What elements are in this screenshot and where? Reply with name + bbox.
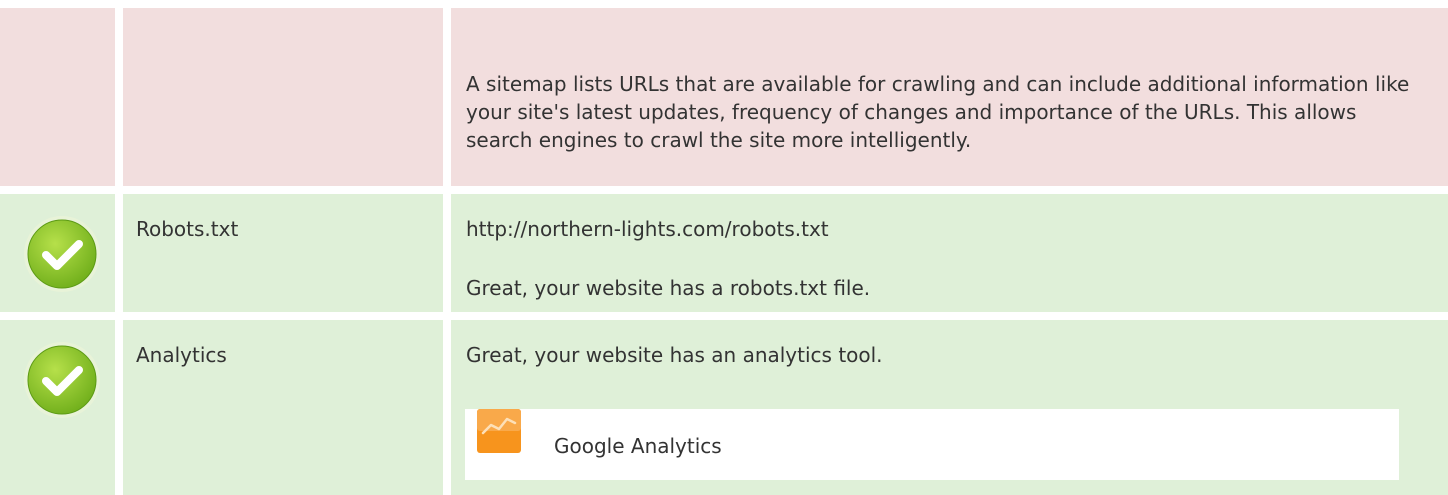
analytics-row: Analytics Great, your website has an ana…	[0, 320, 1448, 495]
robots-detail-cell: http://northern-lights.com/robots.txt Gr…	[451, 194, 1448, 312]
sitemap-status-cell	[0, 8, 115, 186]
robots-message: Great, your website has a robots.txt fil…	[466, 276, 871, 300]
robots-label-cell: Robots.txt	[123, 194, 443, 312]
google-analytics-icon	[477, 409, 521, 453]
analytics-tool-item: Google Analytics	[465, 409, 1399, 480]
seo-results-table: A sitemap lists URLs that are available …	[0, 0, 1448, 495]
robots-status-cell	[0, 194, 115, 312]
analytics-message: Great, your website has an analytics too…	[466, 343, 883, 367]
analytics-label: Analytics	[136, 343, 227, 367]
check-icon	[24, 342, 100, 418]
robots-row: Robots.txt http://northern-lights.com/ro…	[0, 194, 1448, 312]
robots-url: http://northern-lights.com/robots.txt	[466, 217, 829, 241]
check-icon	[24, 216, 100, 292]
analytics-detail-cell: Great, your website has an analytics too…	[451, 320, 1448, 495]
sitemap-detail-cell: A sitemap lists URLs that are available …	[451, 8, 1448, 186]
sitemap-label-cell	[123, 8, 443, 186]
sitemap-row: A sitemap lists URLs that are available …	[0, 8, 1448, 186]
analytics-tool-name: Google Analytics	[554, 434, 722, 458]
robots-label: Robots.txt	[136, 217, 239, 241]
analytics-label-cell: Analytics	[123, 320, 443, 495]
analytics-status-cell	[0, 320, 115, 495]
sitemap-description: A sitemap lists URLs that are available …	[466, 72, 1410, 152]
